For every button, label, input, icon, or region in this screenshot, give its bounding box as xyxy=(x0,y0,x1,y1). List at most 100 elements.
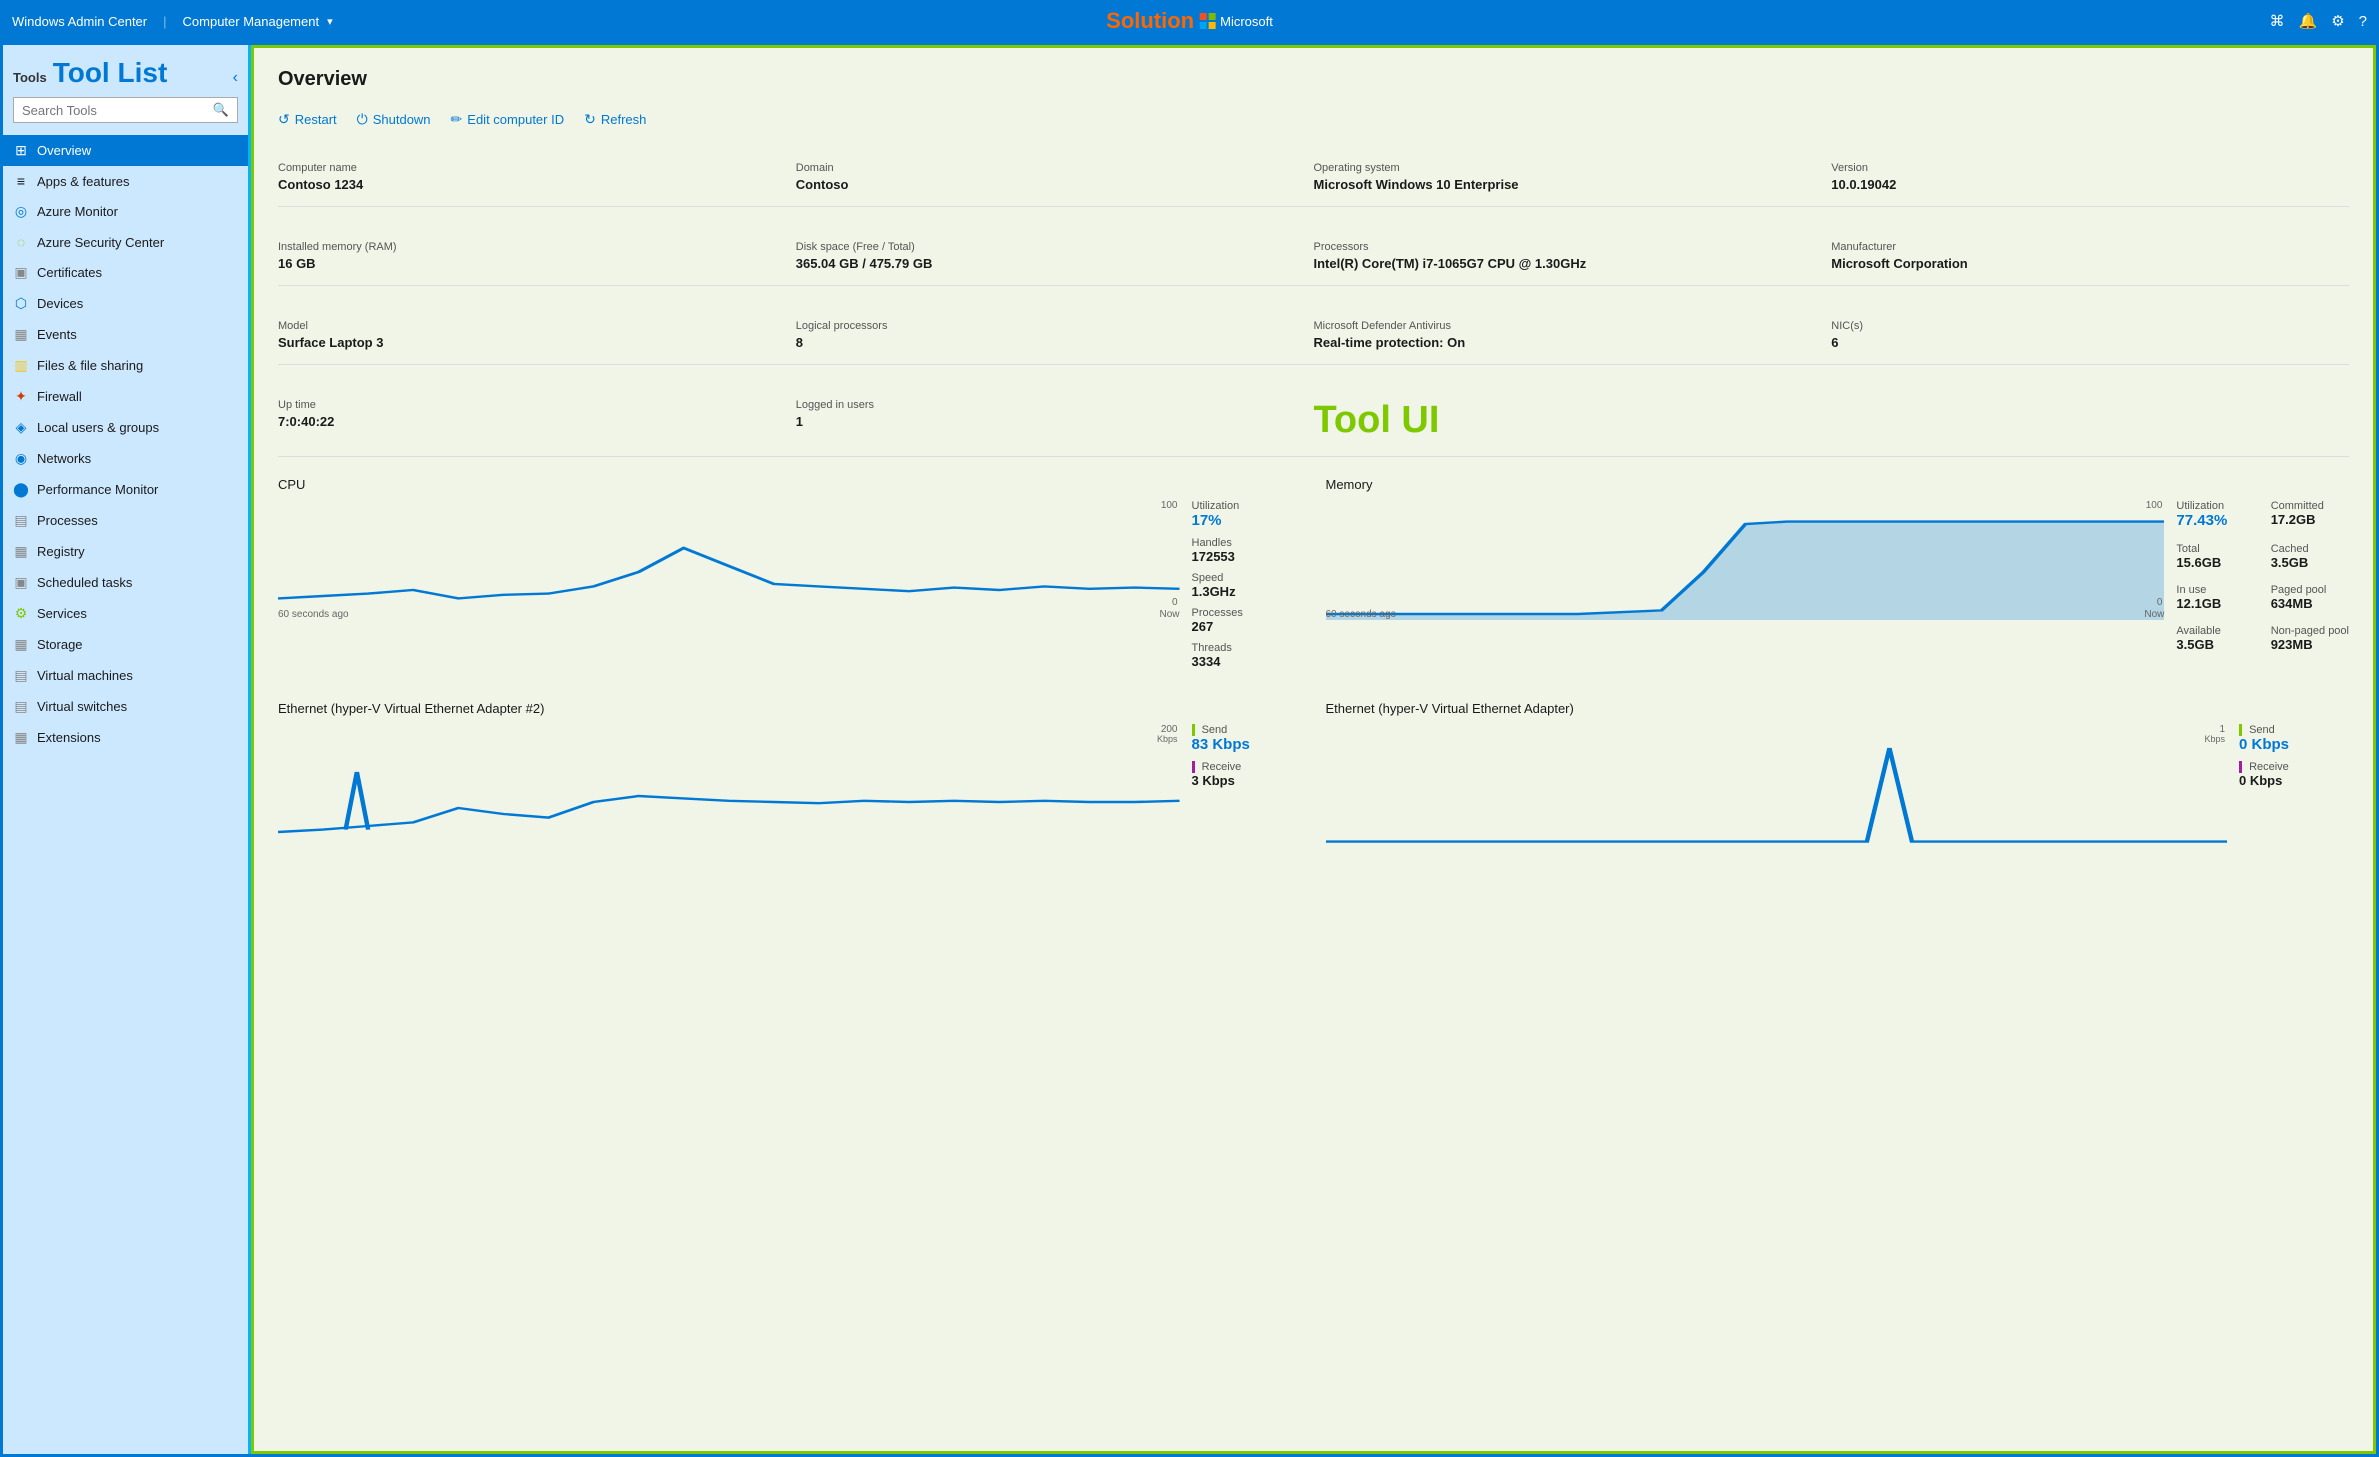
sidebar-icon-firewall: ✦ xyxy=(13,388,29,405)
sidebar-item-perf-monitor[interactable]: ⬤Performance Monitor xyxy=(3,474,248,505)
eth1-sparkline xyxy=(278,724,1180,844)
microsoft-logo: Microsoft xyxy=(1200,13,1273,29)
sidebar-main-title: Tool List xyxy=(53,57,168,89)
cpu-stats: Utilization 17% Handles 172553 Speed 1.3… xyxy=(1192,500,1302,677)
processors-cell: Processors Intel(R) Core(TM) i7-1065G7 C… xyxy=(1314,231,1832,285)
refresh-button[interactable]: ↻ Refresh xyxy=(584,107,646,132)
disk-label: Disk space (Free / Total) xyxy=(796,241,1298,253)
sidebar-list: ⊞Overview ≡ Apps & features ◎Azure Monitor◌… xyxy=(3,135,248,1454)
gear-icon[interactable]: ⚙ xyxy=(2331,12,2344,30)
receive-bar-icon xyxy=(1192,761,1195,773)
nics-label: NIC(s) xyxy=(1831,320,2333,332)
memory-nonpaged-value: 923MB xyxy=(2271,637,2349,652)
dropdown-icon[interactable]: ▾ xyxy=(327,15,333,28)
eth2-stats: Send 0 Kbps Receive 0 Kbps xyxy=(2239,724,2349,796)
eth2-axis-unit: Kbps xyxy=(2204,734,2225,744)
manufacturer-label: Manufacturer xyxy=(1831,241,2333,253)
memory-cached-label: Cached xyxy=(2271,543,2349,555)
domain-label: Domain xyxy=(796,162,1298,174)
bell-icon[interactable]: 🔔 xyxy=(2299,12,2318,30)
sidebar-item-networks[interactable]: ◉Networks xyxy=(3,443,248,474)
restart-button[interactable]: ↺ Restart xyxy=(278,107,337,132)
ms-logo-icon xyxy=(1200,13,1216,29)
defender-label: Microsoft Defender Antivirus xyxy=(1314,320,1816,332)
cpu-speed-label: Speed xyxy=(1192,572,1302,584)
processors-label: Processors xyxy=(1314,241,1816,253)
memory-available-value: 3.5GB xyxy=(2176,637,2254,652)
sidebar-item-vswitches[interactable]: ▤Virtual switches xyxy=(3,691,248,722)
memory-stats: Utilization 77.43% Committed 17.2GB Tota… xyxy=(2176,500,2349,660)
sidebar-icon-apps: ≡ xyxy=(13,173,29,189)
memory-utilization-stat: Utilization 77.43% xyxy=(2176,500,2254,529)
sidebar-item-processes[interactable]: ▤Processes xyxy=(3,505,248,536)
eth1-send-value: 83 Kbps xyxy=(1192,736,1302,753)
memory-total-value: 15.6GB xyxy=(2176,555,2254,570)
sidebar-item-extensions[interactable]: ▦Extensions xyxy=(3,722,248,753)
eth2-receive-value: 0 Kbps xyxy=(2239,773,2349,788)
sidebar-item-apps[interactable]: ≡ Apps & features xyxy=(3,166,248,196)
sidebar-item-files[interactable]: ▥Files & file sharing xyxy=(3,350,248,381)
sidebar-collapse-button[interactable]: ‹ xyxy=(233,69,238,87)
search-box[interactable]: 🔍 xyxy=(13,97,238,123)
terminal-icon[interactable]: ⌘ xyxy=(2270,12,2285,30)
sidebar-label-scheduled: Scheduled tasks xyxy=(37,575,132,590)
uptime-value: 7:0:40:22 xyxy=(278,414,780,429)
sidebar-item-azure-security[interactable]: ◌Azure Security Center xyxy=(3,227,248,257)
memory-available-label: Available xyxy=(2176,625,2254,637)
cpu-utilization-label: Utilization xyxy=(1192,500,1302,512)
eth2-send-bar-icon xyxy=(2239,724,2242,736)
send-bar-icon xyxy=(1192,724,1195,736)
search-input[interactable] xyxy=(22,103,213,118)
sidebar-item-services[interactable]: ⚙Services xyxy=(3,598,248,629)
memory-label-left: 60 seconds ago xyxy=(1326,609,1397,620)
sidebar-label-apps: Apps & features xyxy=(37,174,130,189)
solution-title: Solution xyxy=(1106,8,1194,34)
toolbar: ↺ Restart ⏻ Shutdown ✏ Edit computer ID … xyxy=(278,107,2349,132)
sidebar-label-perf-monitor: Performance Monitor xyxy=(37,482,158,497)
eth2-chart-wrapper: 1 Kbps Send 0 Kbps xyxy=(1326,724,2350,844)
sidebar-item-registry[interactable]: ▦Registry xyxy=(3,536,248,567)
sidebar-item-events[interactable]: ▦Events xyxy=(3,319,248,350)
eth1-stats: Send 83 Kbps Receive 3 Kbps xyxy=(1192,724,1302,796)
logical-proc-label: Logical processors xyxy=(796,320,1298,332)
eth1-receive-value: 3 Kbps xyxy=(1192,773,1302,788)
model-cell: Model Surface Laptop 3 xyxy=(278,310,796,364)
sidebar-item-overview[interactable]: ⊞Overview xyxy=(3,135,248,166)
sidebar-item-firewall[interactable]: ✦Firewall xyxy=(3,381,248,412)
sidebar-item-local-users[interactable]: ◈Local users & groups xyxy=(3,412,248,443)
sidebar-item-devices[interactable]: ⬡Devices xyxy=(3,288,248,319)
sidebar-label-vswitches: Virtual switches xyxy=(37,699,127,714)
eth1-axis-unit: Kbps xyxy=(1157,734,1178,744)
info-grid-row4: Up time 7:0:40:22 Logged in users 1 Tool… xyxy=(278,389,2349,457)
sidebar-item-scheduled[interactable]: ▣Scheduled tasks xyxy=(3,567,248,598)
topbar-center: Solution Microsoft xyxy=(1106,8,1273,34)
sidebar-icon-vm: ▤ xyxy=(13,667,29,684)
restart-icon: ↺ xyxy=(278,111,290,128)
memory-cached-stat: Cached 3.5GB xyxy=(2271,543,2349,570)
cpu-graph: 100 0 60 seconds ago Now xyxy=(278,500,1180,620)
eth1-chart: Ethernet (hyper-V Virtual Ethernet Adapt… xyxy=(278,701,1302,844)
sidebar-icon-certificates: ▣ xyxy=(13,264,29,281)
edit-id-button[interactable]: ✏ Edit computer ID xyxy=(451,107,565,132)
shutdown-button[interactable]: ⏻ Shutdown xyxy=(357,107,431,132)
memory-paged-label: Paged pool xyxy=(2271,584,2349,596)
domain-value: Contoso xyxy=(796,177,1298,192)
app-title: Windows Admin Center xyxy=(12,14,147,29)
sidebar-item-vm[interactable]: ▤Virtual machines xyxy=(3,660,248,691)
sidebar-item-azure-monitor[interactable]: ◎Azure Monitor xyxy=(3,196,248,227)
main-layout: Tools Tool List ‹ 🔍 ⊞Overview≡Apps & fea… xyxy=(0,42,2379,1457)
cpu-threads-label: Threads xyxy=(1192,642,1302,654)
sidebar-label-networks: Networks xyxy=(37,451,91,466)
ms-sq-yellow xyxy=(1209,22,1216,29)
context-label[interactable]: Computer Management xyxy=(183,14,320,29)
cpu-handles-label: Handles xyxy=(1192,537,1302,549)
search-icon: 🔍 xyxy=(213,102,229,118)
cpu-label-right: Now xyxy=(1159,609,1179,620)
model-label: Model xyxy=(278,320,780,332)
eth2-sparkline xyxy=(1326,724,2228,844)
info-grid-row2: Installed memory (RAM) 16 GB Disk space … xyxy=(278,231,2349,286)
help-icon[interactable]: ? xyxy=(2359,13,2367,30)
logical-proc-cell: Logical processors 8 xyxy=(796,310,1314,364)
sidebar-item-certificates[interactable]: ▣Certificates xyxy=(3,257,248,288)
sidebar-item-storage[interactable]: ▦Storage xyxy=(3,629,248,660)
